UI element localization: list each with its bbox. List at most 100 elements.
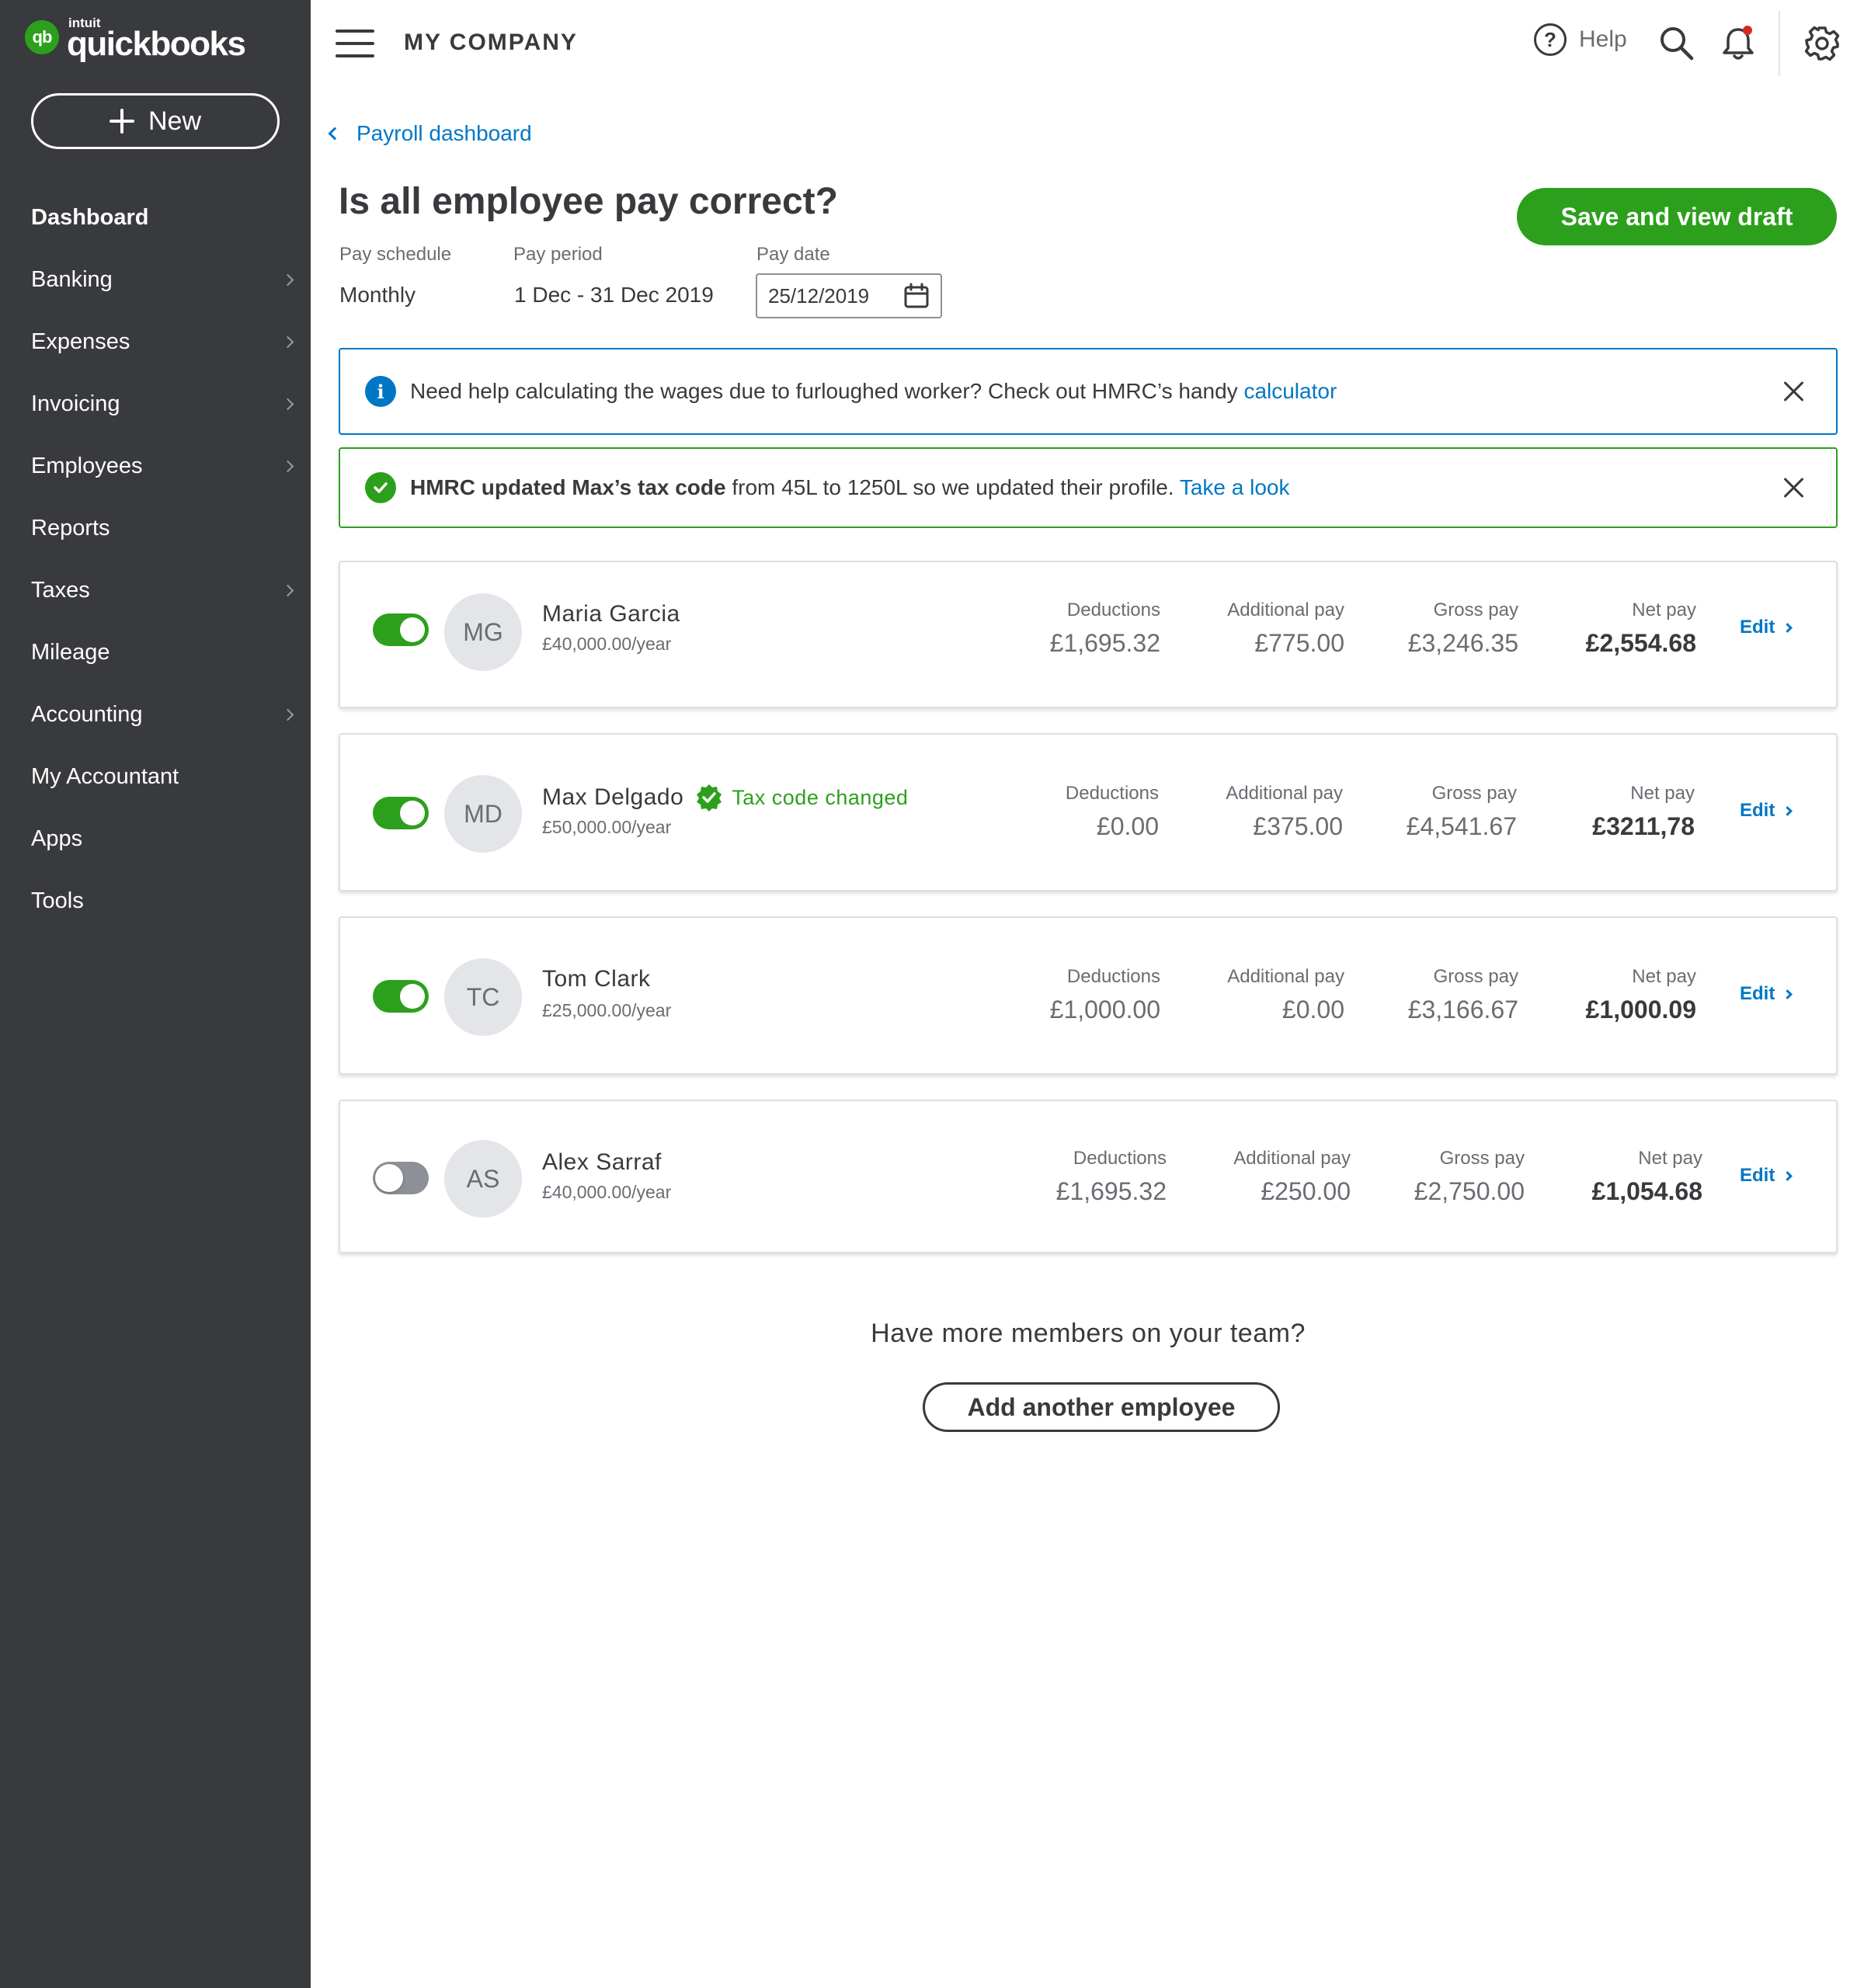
gross-pay-value: £3,246.35 [1407, 629, 1518, 657]
employee-include-toggle[interactable] [373, 1162, 429, 1194]
employee-include-toggle[interactable] [373, 613, 429, 646]
additional-pay-value: £375.00 [1253, 812, 1343, 840]
calculator-link[interactable]: calculator [1243, 379, 1337, 403]
calendar-icon[interactable] [903, 283, 930, 309]
edit-employee-link[interactable]: Edit [1740, 983, 1793, 1005]
sidebar-item-label: Employees [31, 453, 143, 478]
employee-name-text: Max Delgado [542, 784, 684, 810]
company-name: MY COMPANY [404, 30, 578, 55]
chevron-right-icon [281, 398, 294, 410]
employee-card-alex-sarraf: AS Alex Sarraf £40,000.00/year Deduction… [339, 1100, 1838, 1253]
sidebar-item-mileage[interactable]: Mileage [0, 621, 311, 683]
sidebar-item-label: Apps [31, 825, 83, 851]
info-alert-message: Need help calculating the wages due to f… [410, 379, 1337, 404]
employee-salary: £25,000.00/year [542, 1000, 672, 1020]
verified-badge-icon [697, 784, 722, 812]
pay-period-label: Pay period [513, 244, 603, 265]
gross-pay-label: Gross pay [1433, 600, 1518, 620]
logo-wordmark: intuit quickbooks [65, 14, 252, 63]
close-icon[interactable] [1783, 477, 1805, 499]
pay-schedule-value: Monthly [339, 283, 416, 307]
payroll-dashboard-link[interactable]: Payroll dashboard [328, 121, 532, 146]
additional-pay-label: Additional pay [1227, 966, 1344, 987]
top-header: MY COMPANY ? Help [311, 0, 1864, 87]
page-title: Is all employee pay correct? [339, 181, 838, 222]
chevron-right-icon [1782, 805, 1793, 816]
info-icon: i [365, 376, 396, 407]
net-pay-label: Net pay [1638, 1148, 1702, 1169]
gear-icon[interactable] [1803, 25, 1841, 62]
menu-icon[interactable] [336, 30, 374, 57]
sidebar-item-label: Mileage [31, 639, 110, 665]
furlough-info-alert: i Need help calculating the wages due to… [339, 348, 1838, 435]
close-icon[interactable] [1783, 381, 1805, 402]
header-divider [1779, 11, 1780, 76]
sidebar-item-employees[interactable]: Employees [0, 435, 311, 497]
employee-name[interactable]: Max Delgado Tax code changed [542, 783, 908, 812]
gross-pay-value: £3,166.67 [1407, 996, 1518, 1024]
tax-code-changed-badge: Tax code changed [694, 783, 908, 812]
employee-name[interactable]: Alex Sarraf [542, 1149, 662, 1176]
edit-label: Edit [1740, 1165, 1775, 1186]
net-pay-value: £1,000.09 [1585, 996, 1696, 1024]
quickbooks-logo[interactable]: qb intuit quickbooks [25, 14, 252, 63]
edit-employee-link[interactable]: Edit [1740, 617, 1793, 638]
employee-name[interactable]: Tom Clark [542, 966, 651, 992]
gross-pay-value: £4,541.67 [1406, 812, 1517, 840]
sidebar-nav: Dashboard Banking Expenses Invoicing Emp… [0, 186, 311, 932]
help-icon: ? [1534, 23, 1567, 56]
employee-name-text: Tom Clark [542, 966, 651, 992]
success-alert-text: from 45L to 1250L so we updated their pr… [725, 475, 1180, 499]
edit-employee-link[interactable]: Edit [1740, 1165, 1793, 1187]
chevron-right-icon [281, 708, 294, 721]
success-alert-bold: HMRC updated Max’s tax code [410, 475, 726, 499]
sidebar: qb intuit quickbooks New Dashboard Banki… [0, 0, 311, 1988]
pay-date-label: Pay date [756, 244, 830, 265]
employee-salary: £40,000.00/year [542, 1182, 672, 1202]
pay-period-value: 1 Dec - 31 Dec 2019 [514, 283, 714, 307]
sidebar-item-reports[interactable]: Reports [0, 497, 311, 559]
pay-date-input[interactable]: 25/12/2019 [756, 273, 942, 318]
deductions-label: Deductions [1073, 1148, 1167, 1169]
save-and-view-draft-button[interactable]: Save and view draft [1517, 188, 1837, 245]
net-pay-value: £1,054.68 [1591, 1177, 1702, 1205]
net-pay-label: Net pay [1632, 966, 1696, 987]
edit-employee-link[interactable]: Edit [1740, 800, 1793, 822]
sidebar-item-invoicing[interactable]: Invoicing [0, 373, 311, 435]
employee-include-toggle[interactable] [373, 797, 429, 829]
net-pay-value: £3211,78 [1592, 812, 1695, 840]
additional-pay-value: £250.00 [1261, 1177, 1351, 1205]
sidebar-item-label: Reports [31, 515, 110, 540]
employee-card-maria-garcia: MG Maria Garcia £40,000.00/year Deductio… [339, 561, 1838, 708]
take-a-look-link[interactable]: Take a look [1180, 475, 1290, 499]
tax-code-success-alert: HMRC updated Max’s tax code from 45L to … [339, 447, 1838, 528]
sidebar-item-taxes[interactable]: Taxes [0, 559, 311, 621]
additional-pay-label: Additional pay [1227, 600, 1344, 620]
sidebar-item-dashboard[interactable]: Dashboard [0, 186, 311, 248]
search-icon[interactable] [1658, 25, 1694, 61]
help-button[interactable]: ? Help [1534, 23, 1627, 56]
additional-pay-label: Additional pay [1226, 783, 1343, 804]
quickbooks-logo-icon: qb [25, 20, 59, 54]
bell-icon[interactable] [1720, 23, 1756, 62]
employee-salary: £40,000.00/year [542, 634, 672, 654]
avatar: TC [444, 958, 522, 1036]
sidebar-item-accounting[interactable]: Accounting [0, 683, 311, 746]
sidebar-item-expenses[interactable]: Expenses [0, 311, 311, 373]
employee-name[interactable]: Maria Garcia [542, 601, 680, 627]
sidebar-item-label: Expenses [31, 328, 130, 354]
sidebar-item-my-accountant[interactable]: My Accountant [0, 746, 311, 808]
employee-include-toggle[interactable] [373, 980, 429, 1013]
additional-pay-value: £775.00 [1254, 629, 1344, 657]
sidebar-item-tools[interactable]: Tools [0, 870, 311, 932]
plus-icon [109, 109, 134, 134]
sidebar-item-banking[interactable]: Banking [0, 248, 311, 311]
deductions-value: £0.00 [1096, 812, 1159, 840]
info-alert-text: Need help calculating the wages due to f… [410, 379, 1244, 403]
avatar: AS [444, 1140, 522, 1218]
edit-label: Edit [1740, 983, 1775, 1004]
new-button[interactable]: New [31, 93, 280, 149]
add-another-employee-button[interactable]: Add another employee [923, 1382, 1280, 1432]
deductions-value: £1,695.32 [1055, 1177, 1167, 1205]
sidebar-item-apps[interactable]: Apps [0, 808, 311, 870]
